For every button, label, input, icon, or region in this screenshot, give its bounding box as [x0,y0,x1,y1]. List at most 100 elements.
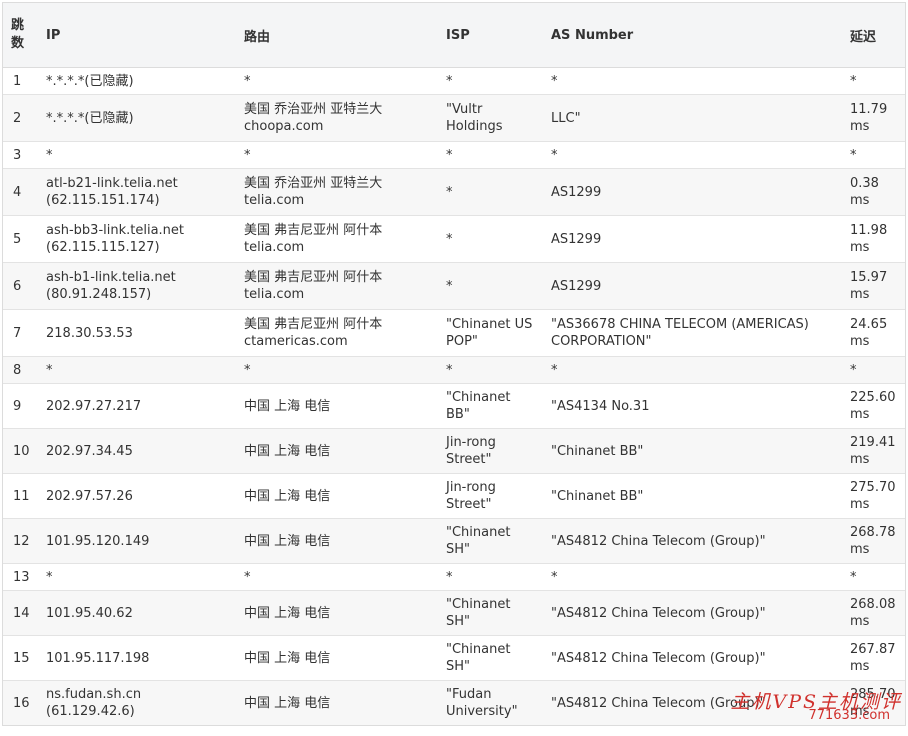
cell-isp: * [436,563,541,591]
cell-hop: 15 [3,635,36,681]
cell-latency: 285.70 ms [840,680,905,725]
cell-isp: Jin-rong Street" [436,473,541,519]
cell-as: * [541,563,840,591]
header-as-number: AS Number [541,3,840,68]
cell-as: "AS4812 China Telecom (Group)" [541,518,840,564]
table-row: 11 202.97.57.26 中国 上海 电信 Jin-rong Street… [3,473,905,519]
cell-hop: 1 [3,67,36,95]
cell-ip: ash-bb3-link.telia.net (62.115.115.127) [36,215,234,263]
cell-isp: "Chinanet SH" [436,518,541,564]
cell-route: 美国 乔治亚州 亚特兰大 telia.com [234,168,436,216]
table-row: 10 202.97.34.45 中国 上海 电信 Jin-rong Street… [3,428,905,474]
cell-isp: "Chinanet SH" [436,635,541,681]
cell-hop: 6 [3,262,36,310]
cell-latency: 225.60 ms [840,383,905,429]
cell-hop: 14 [3,590,36,636]
cell-route: * [234,141,436,169]
table-row: 14 101.95.40.62 中国 上海 电信 "Chinanet SH" "… [3,590,905,636]
cell-hop: 8 [3,356,36,384]
header-latency: 延迟 [840,3,905,68]
table-row: 2 *.*.*.*(已隐藏) 美国 乔治亚州 亚特兰大 choopa.com "… [3,94,905,142]
cell-as: "AS4134 No.31 [541,383,840,429]
table-row: 3 * * * * * [3,141,905,169]
cell-ip: *.*.*.*(已隐藏) [36,67,234,95]
cell-isp: * [436,141,541,169]
cell-isp: "Fudan University" [436,680,541,725]
cell-isp: * [436,67,541,95]
table-row: 16 ns.fudan.sh.cn (61.129.42.6) 中国 上海 电信… [3,680,905,725]
header-route: 路由 [234,3,436,68]
cell-as: AS1299 [541,262,840,310]
traceroute-table: 跳数 IP 路由 ISP AS Number 延迟 1 *.*.*.*(已隐藏)… [3,3,905,725]
cell-ip: * [36,563,234,591]
cell-route: 中国 上海 电信 [234,590,436,636]
cell-hop: 12 [3,518,36,564]
header-isp: ISP [436,3,541,68]
cell-hop: 11 [3,473,36,519]
cell-as: "Chinanet BB" [541,428,840,474]
cell-latency: * [840,356,905,384]
cell-ip: * [36,141,234,169]
table-row: 9 202.97.27.217 中国 上海 电信 "Chinanet BB" "… [3,383,905,429]
cell-route: 中国 上海 电信 [234,473,436,519]
cell-hop: 13 [3,563,36,591]
cell-isp: * [436,168,541,216]
cell-hop: 4 [3,168,36,216]
cell-isp: "Vultr Holdings [436,94,541,142]
cell-hop: 2 [3,94,36,142]
table-row: 15 101.95.117.198 中国 上海 电信 "Chinanet SH"… [3,635,905,681]
cell-ip: 101.95.117.198 [36,635,234,681]
cell-ip: * [36,356,234,384]
cell-ip: 101.95.120.149 [36,518,234,564]
traceroute-table-container: 跳数 IP 路由 ISP AS Number 延迟 1 *.*.*.*(已隐藏)… [2,2,906,726]
cell-isp: "Chinanet BB" [436,383,541,429]
cell-latency: * [840,67,905,95]
cell-route: 美国 乔治亚州 亚特兰大 choopa.com [234,94,436,142]
cell-as: "AS36678 CHINA TELECOM (AMERICAS) CORPOR… [541,309,840,357]
cell-route: 美国 弗吉尼亚州 阿什本 ctamericas.com [234,309,436,357]
cell-route: * [234,67,436,95]
table-row: 13 * * * * * [3,563,905,591]
cell-latency: 11.98 ms [840,215,905,263]
cell-route: 美国 弗吉尼亚州 阿什本 telia.com [234,215,436,263]
cell-ip: 218.30.53.53 [36,309,234,357]
header-ip: IP [36,3,234,68]
cell-ip: ns.fudan.sh.cn (61.129.42.6) [36,680,234,725]
cell-as: * [541,67,840,95]
cell-hop: 16 [3,680,36,725]
cell-ip: atl-b21-link.telia.net (62.115.151.174) [36,168,234,216]
cell-hop: 9 [3,383,36,429]
cell-isp: "Chinanet SH" [436,590,541,636]
cell-latency: 0.38 ms [840,168,905,216]
cell-latency: 275.70 ms [840,473,905,519]
cell-latency: 267.87 ms [840,635,905,681]
cell-route: 中国 上海 电信 [234,635,436,681]
cell-as: "AS4812 China Telecom (Group)" [541,590,840,636]
table-row: 5 ash-bb3-link.telia.net (62.115.115.127… [3,215,905,263]
cell-route: 中国 上海 电信 [234,680,436,725]
cell-route: 中国 上海 电信 [234,383,436,429]
cell-latency: 24.65 ms [840,309,905,357]
cell-as: AS1299 [541,215,840,263]
cell-as: LLC" [541,94,840,142]
cell-as: * [541,356,840,384]
header-hop: 跳数 [3,3,36,68]
table-row: 8 * * * * * [3,356,905,384]
cell-ip: 202.97.34.45 [36,428,234,474]
cell-as: "AS4812 China Telecom (Group)" [541,680,840,725]
cell-hop: 7 [3,309,36,357]
header-hop-line1: 跳 [11,18,25,33]
cell-latency: 268.08 ms [840,590,905,636]
cell-as: AS1299 [541,168,840,216]
cell-as: "AS4812 China Telecom (Group)" [541,635,840,681]
cell-ip: *.*.*.*(已隐藏) [36,94,234,142]
cell-route: 美国 弗吉尼亚州 阿什本 telia.com [234,262,436,310]
cell-isp: * [436,356,541,384]
table-row: 6 ash-b1-link.telia.net (80.91.248.157) … [3,262,905,310]
cell-isp: * [436,262,541,310]
cell-latency: * [840,141,905,169]
cell-ip: 202.97.27.217 [36,383,234,429]
cell-route: * [234,356,436,384]
cell-as: "Chinanet BB" [541,473,840,519]
cell-as: * [541,141,840,169]
